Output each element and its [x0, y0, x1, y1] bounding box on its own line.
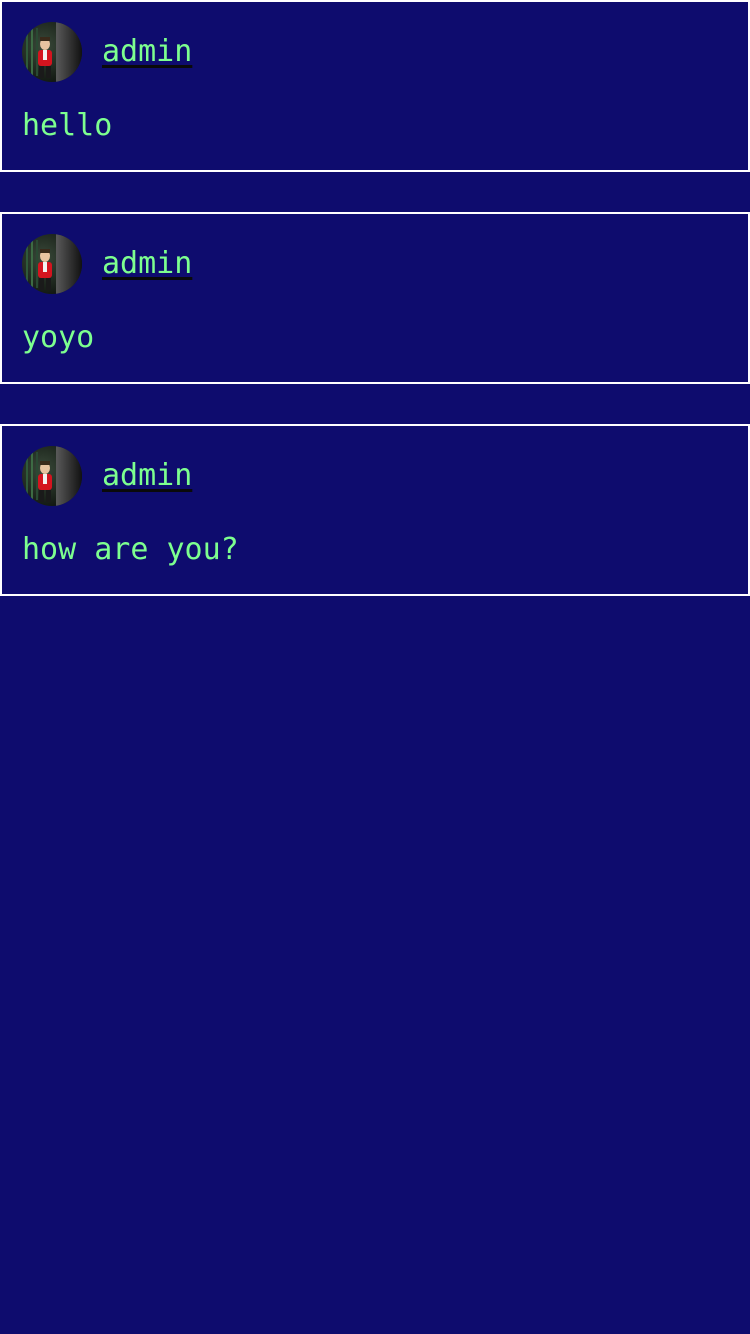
user-avatar-photo-icon — [22, 446, 82, 506]
user-avatar-photo-icon — [22, 234, 82, 294]
post-header: admin — [22, 234, 192, 294]
user-avatar-photo-icon — [22, 22, 82, 82]
post-message: yoyo — [22, 320, 95, 355]
post-card: admin hello — [0, 0, 750, 172]
post-header: admin — [22, 22, 192, 82]
post-feed: admin hello admin yoyo admin how are you… — [0, 0, 750, 636]
author-name-link[interactable]: admin — [102, 34, 192, 70]
avatar[interactable] — [22, 234, 82, 294]
author-name-link[interactable]: admin — [102, 458, 192, 494]
avatar[interactable] — [22, 446, 82, 506]
post-header: admin — [22, 446, 192, 506]
author-name-link[interactable]: admin — [102, 246, 192, 282]
post-card: admin how are you? — [0, 424, 750, 596]
avatar[interactable] — [22, 22, 82, 82]
post-message: hello — [22, 108, 113, 143]
post-card: admin yoyo — [0, 212, 750, 384]
post-message: how are you? — [22, 532, 239, 567]
